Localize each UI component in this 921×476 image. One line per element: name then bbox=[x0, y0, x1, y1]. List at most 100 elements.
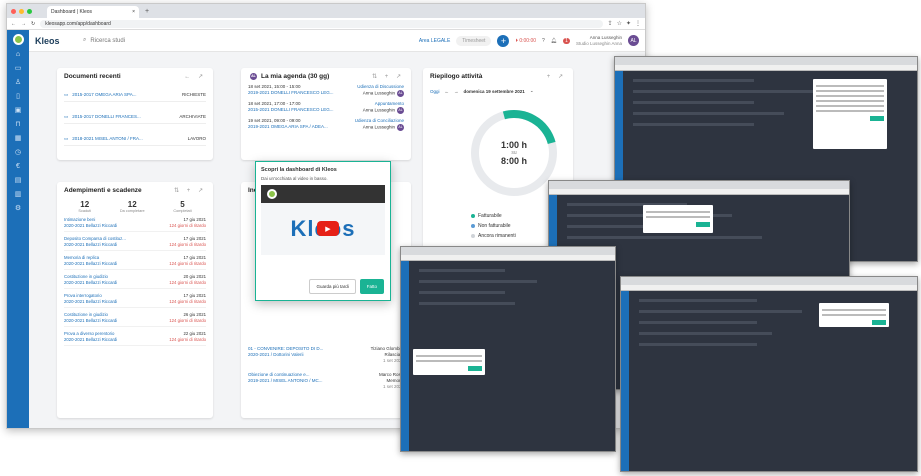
star-icon[interactable]: ☆ bbox=[617, 20, 622, 27]
dark-screenshot-3 bbox=[400, 246, 616, 452]
doc-status: RICHIESTE bbox=[181, 92, 206, 97]
legend-label: Fatturabile bbox=[478, 213, 502, 219]
deadline-case: 2020-2021 Bellazzi Riccardi bbox=[64, 337, 118, 342]
next-day-icon[interactable]: → bbox=[454, 89, 459, 94]
sidebar: ⌂ ▭ ♙ ▯ ▣ ⊓ ▦ ◷ € ▤ ▥ ⚙ bbox=[7, 30, 29, 428]
document-icon[interactable]: ▯ bbox=[16, 92, 20, 101]
clock-icon[interactable]: ◷ bbox=[15, 148, 21, 157]
stat-todo[interactable]: 12 Da completare bbox=[120, 200, 145, 213]
list-item[interactable]: Obiezione di continuazione e... Marco Ros… bbox=[248, 372, 404, 390]
video-channel-icon bbox=[267, 189, 277, 199]
play-icon[interactable]: ▶ bbox=[317, 221, 339, 236]
user-icon[interactable]: ♙ bbox=[15, 78, 21, 87]
prev-day-icon[interactable]: ← bbox=[445, 89, 450, 94]
kleos-logo-icon[interactable] bbox=[12, 34, 24, 45]
chart-icon[interactable]: ▥ bbox=[15, 190, 22, 199]
list-item[interactable]: 18 set 2021, 17:00 - 17:00 Appuntamento 2… bbox=[248, 101, 404, 114]
list-item[interactable]: Costituzione in giudizio 2020-2021 Bellaz… bbox=[64, 312, 206, 327]
timer-button[interactable]: ⏵ 0:00:00 bbox=[515, 38, 536, 44]
deadlines-card: Adempimenti e scadenze ⇅ + ↗ 12 Scaduti 12… bbox=[57, 182, 213, 418]
deadline-case: 2020-2021 Bellazzi Riccardi bbox=[64, 280, 118, 285]
new-tab-button[interactable]: + bbox=[145, 8, 149, 15]
settings-icon[interactable]: ⚙ bbox=[15, 204, 21, 213]
list-item[interactable]: Memoria di replica 2020-2021 Bellazzi Ric… bbox=[64, 255, 206, 270]
area-link[interactable]: Area LEGALE bbox=[419, 38, 450, 44]
stat-number: 5 bbox=[180, 200, 185, 209]
list-item[interactable]: ▭ 2015-2017 OMEGA ARIA SPA... RICHIESTE bbox=[64, 88, 206, 102]
deadline-case: 2020-2021 Bellazzi Riccardi bbox=[64, 261, 118, 266]
deadline-late: 124 giorni di ritardo bbox=[169, 318, 206, 323]
help-icon[interactable]: ? bbox=[542, 38, 545, 44]
card-tools-icon[interactable]: ← ↗ bbox=[184, 73, 206, 80]
tab-close-icon[interactable]: × bbox=[132, 9, 135, 15]
list-item[interactable]: ▭ 2018-2021 MISEL ANTONI / FRA... LAVORO bbox=[64, 132, 206, 146]
stat-overdue[interactable]: 12 Scaduti bbox=[78, 200, 91, 213]
deadline-late: 124 giorni di ritardo bbox=[169, 337, 206, 342]
share-icon[interactable]: ⇪ bbox=[608, 20, 613, 27]
list-item[interactable]: Deposito Comparsa di costituz... 2020-202… bbox=[64, 236, 206, 251]
folder-icon[interactable]: ▭ bbox=[15, 64, 22, 73]
user-info[interactable]: Anna Lusseghin Studio Lusseghin Anna bbox=[576, 35, 622, 47]
deadlines-title: Adempimenti e scadenze bbox=[64, 187, 142, 194]
file-icon: ▭ bbox=[64, 91, 69, 97]
menu-icon[interactable]: ⋮ bbox=[635, 20, 641, 27]
dark-popup bbox=[819, 303, 889, 327]
deadline-case: 2020-2021 Bellazzi Riccardi bbox=[64, 242, 118, 247]
timesheet-pill[interactable]: Timesheet bbox=[456, 35, 492, 46]
list-item[interactable]: 18 set 2021, 15:00 - 15:00 Udienza di Dis… bbox=[248, 84, 404, 97]
card-tools-icon[interactable]: + ↗ bbox=[547, 73, 566, 80]
card-tools-icon[interactable]: ⇅ + ↗ bbox=[372, 73, 404, 80]
list-item[interactable]: Prova interrogatorio 2020-2021 Bellazzi R… bbox=[64, 293, 206, 308]
forward-icon[interactable]: → bbox=[21, 21, 26, 27]
maximize-window-dot[interactable] bbox=[27, 8, 32, 14]
dark-popup bbox=[813, 79, 887, 149]
briefcase-icon[interactable]: ▣ bbox=[15, 106, 22, 115]
add-button[interactable]: + bbox=[497, 34, 510, 47]
done-button[interactable]: Fatto bbox=[359, 279, 384, 294]
agenda-badge: AL bbox=[250, 73, 257, 80]
calendar-icon[interactable]: ▦ bbox=[15, 134, 22, 143]
list-item[interactable]: ▭ 2015-2017 DONELLI FRANCES... ARCHIVIATE bbox=[64, 110, 206, 124]
today-button[interactable]: Oggi bbox=[430, 89, 440, 94]
file-icon: ▭ bbox=[64, 113, 69, 119]
watch-later-button[interactable]: Guarda più tardi bbox=[309, 279, 356, 294]
avatar: AL bbox=[397, 90, 404, 97]
agenda-owner: Anna Lusseghin bbox=[362, 90, 395, 96]
chevron-down-icon[interactable]: ⌄ bbox=[530, 88, 534, 94]
lock-icon[interactable]: ⊓ bbox=[15, 120, 20, 129]
deadline-case: 2020-2021 Bellazzi Riccardi bbox=[64, 299, 118, 304]
search-input[interactable]: ⌕ Ricerca studi bbox=[83, 37, 125, 44]
legend-label: Ancora rimanenti bbox=[478, 233, 516, 239]
modal-subtitle: Dai un'occhiata al video in basso. bbox=[261, 176, 328, 181]
home-icon[interactable]: ⌂ bbox=[16, 50, 20, 59]
list-item[interactable]: 01 - CONVENIRE: DEPOSITO DI D... Tiziano … bbox=[248, 346, 404, 364]
list-item[interactable]: Intimazione beni 2020-2021 Bellazzi Ricca… bbox=[64, 217, 206, 232]
close-window-dot[interactable] bbox=[11, 8, 16, 14]
intro-video[interactable]: Kleos ▶ bbox=[261, 185, 385, 255]
minimize-window-dot[interactable] bbox=[19, 8, 24, 14]
stat-label: Da completare bbox=[119, 209, 145, 213]
extension-icon[interactable]: ✦ bbox=[626, 20, 631, 27]
user-avatar[interactable]: AL bbox=[628, 35, 639, 46]
agenda-card: AL La mia agenda (30 gg) ⇅ + ↗ 18 set 2021… bbox=[241, 68, 411, 160]
money-icon[interactable]: € bbox=[16, 162, 20, 171]
agenda-case: 2015-2021 DONELLI FRANCESCO LEG... bbox=[248, 107, 334, 112]
card-tools-icon[interactable]: ⇅ + ↗ bbox=[174, 187, 206, 194]
activity-title: Riepilogo attività bbox=[430, 73, 483, 80]
invoice-icon[interactable]: ▤ bbox=[15, 176, 22, 185]
search-icon: ⌕ bbox=[83, 37, 87, 43]
list-item[interactable]: 19 set 2021, 09:00 - 09:00 Udienza di Con… bbox=[248, 118, 404, 131]
doc-status: ARCHIVIATE bbox=[179, 114, 206, 119]
browser-tab[interactable]: Dashboard | Kleos × bbox=[47, 6, 139, 18]
activity-date: domenica 19 settembre 2021 bbox=[463, 88, 525, 94]
task-date: 1 set 2021 bbox=[382, 358, 404, 363]
legend-dot bbox=[471, 233, 475, 238]
list-item[interactable]: Prova a diverso perentorio 2020-2021 Bell… bbox=[64, 331, 206, 346]
list-item[interactable]: Costituzione in giudizio 2020-2021 Bellaz… bbox=[64, 274, 206, 289]
reload-icon[interactable]: ↻ bbox=[31, 21, 35, 27]
back-icon[interactable]: ← bbox=[11, 21, 16, 27]
stat-done[interactable]: 5 Completati bbox=[173, 200, 191, 213]
task-case: 2020-2021 / Dottorini Valerii bbox=[248, 352, 304, 357]
url-input[interactable]: kleosapp.com/app/dashboard bbox=[40, 19, 603, 28]
bell-icon[interactable]: 🔔︎ bbox=[551, 38, 557, 44]
